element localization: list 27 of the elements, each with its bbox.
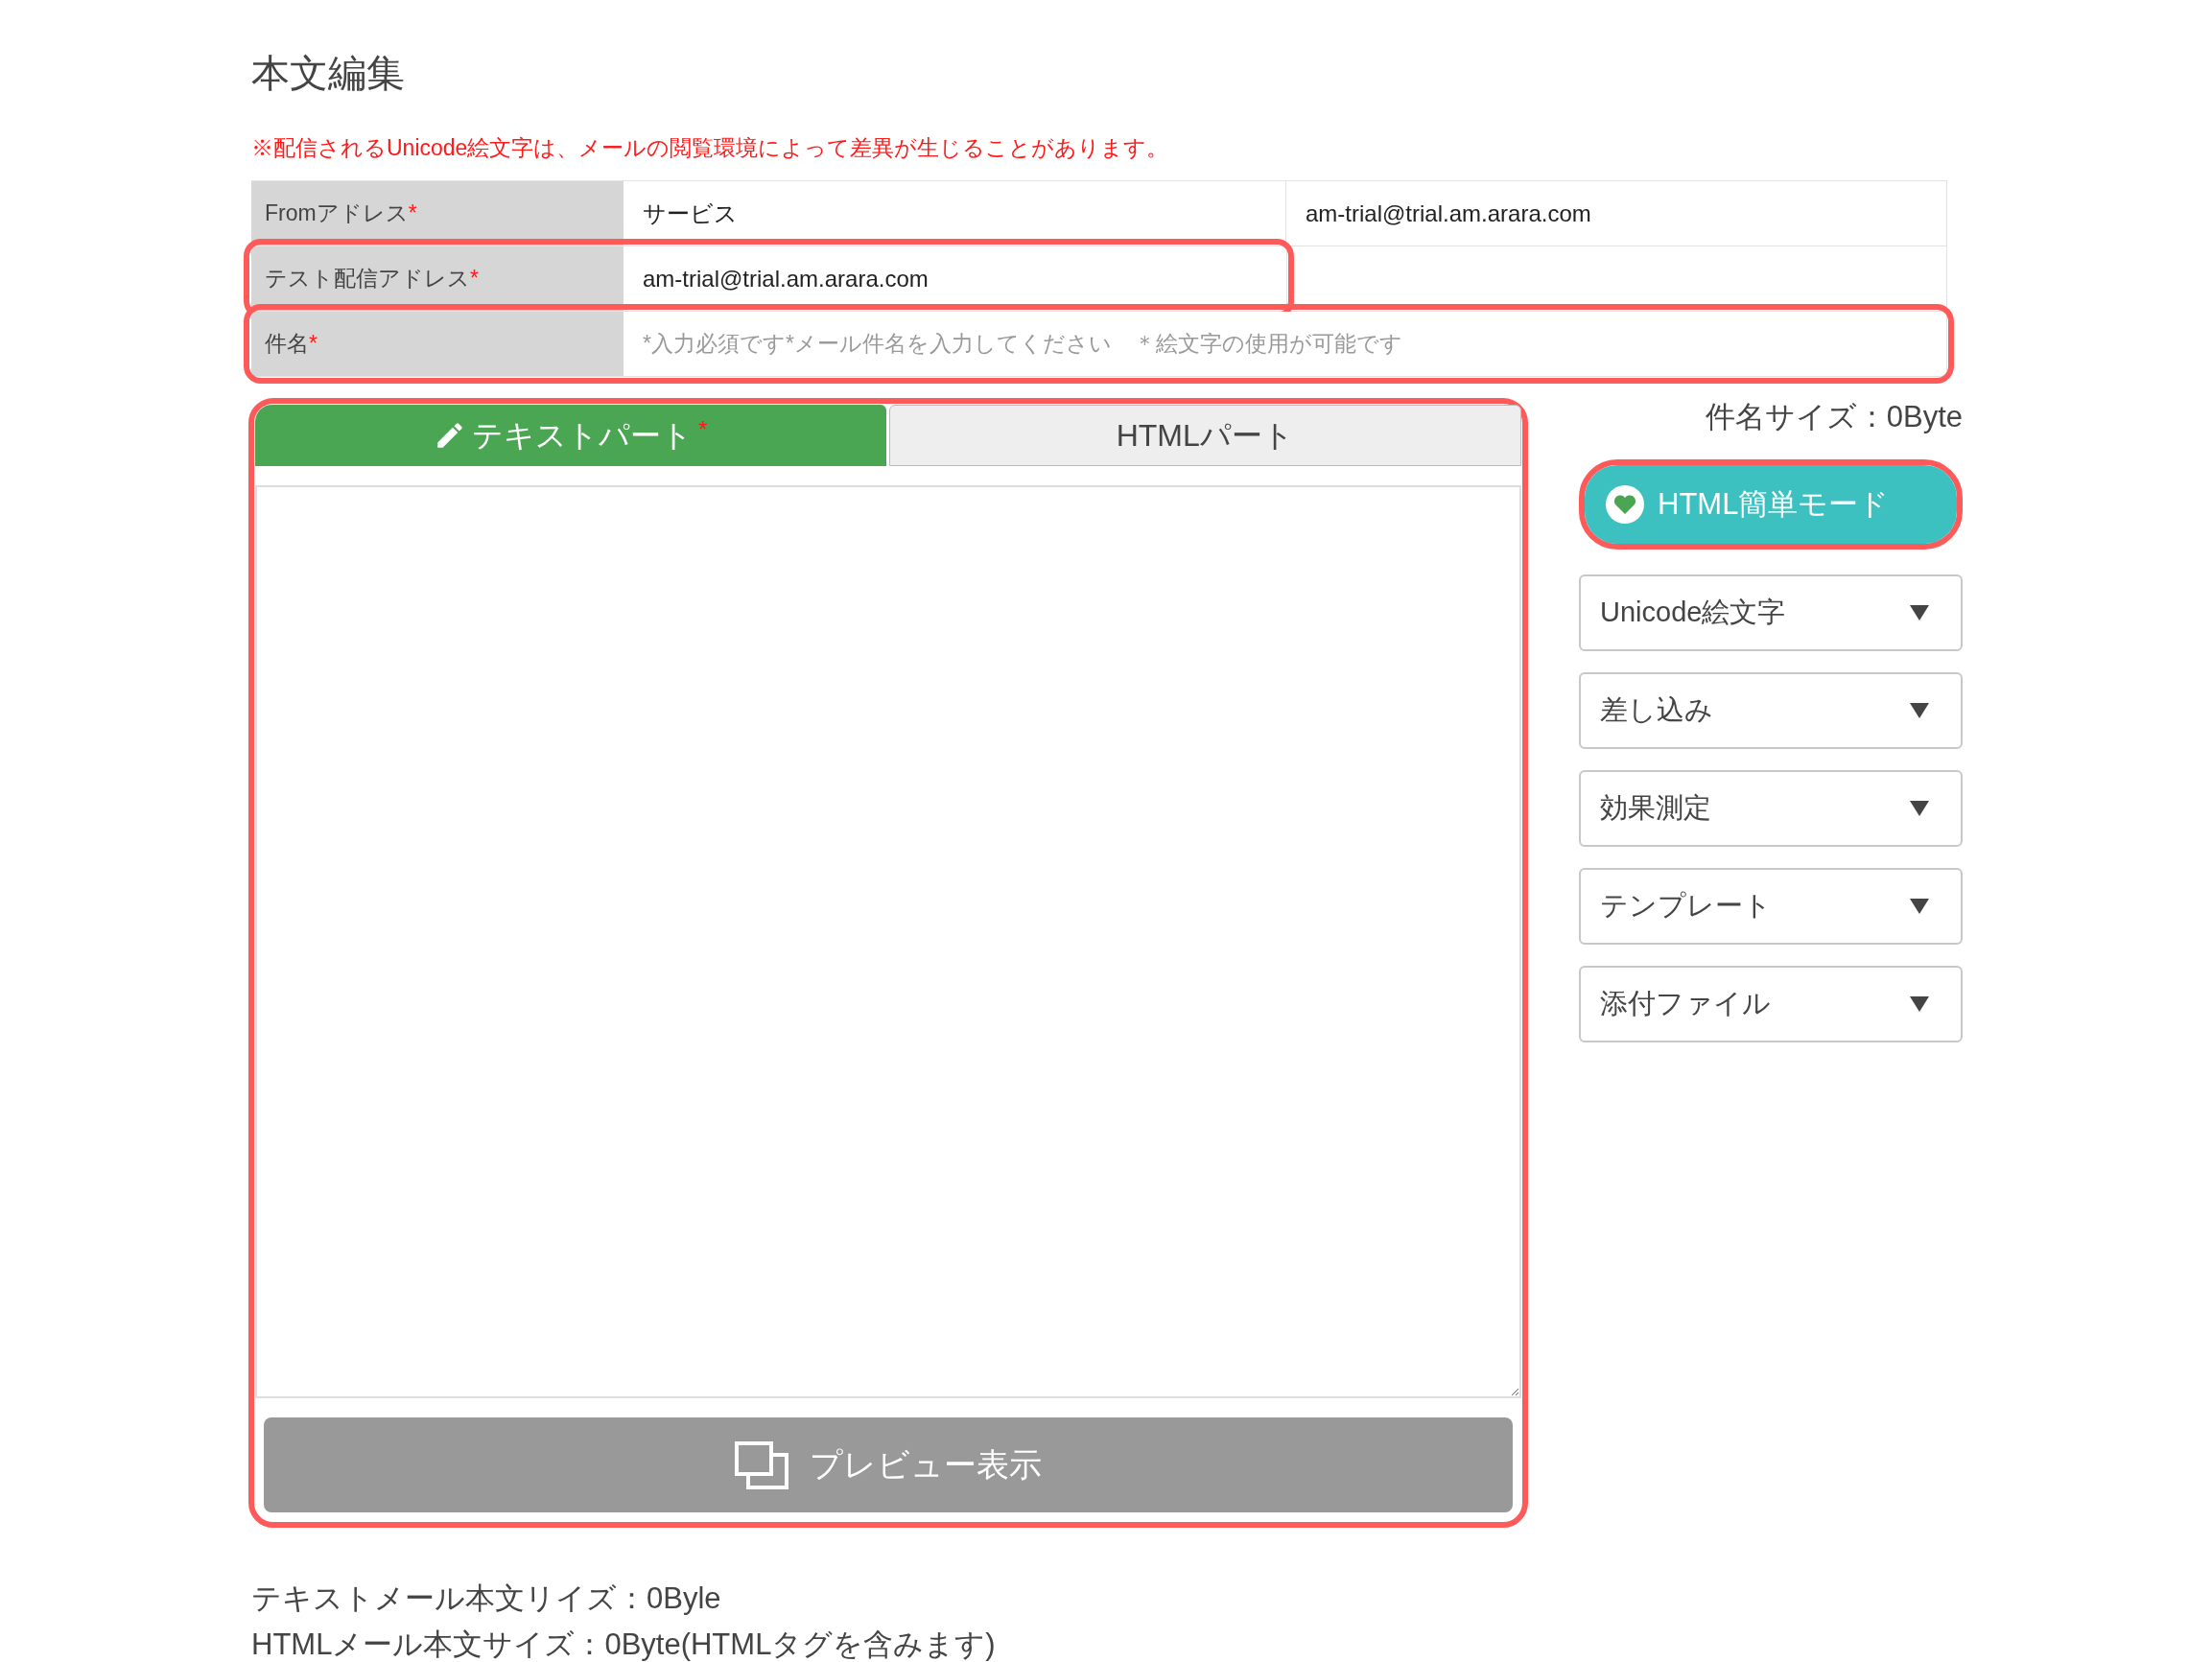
caret-icon	[1909, 899, 1930, 914]
dropdown-button[interactable]: Unicode絵文字	[1579, 574, 1963, 651]
subject-size-text: 件名サイズ：0Byte	[1705, 399, 1963, 435]
body-size-text: テキストメール本文リイズ：0Byle	[251, 1580, 721, 1617]
dropdown-button[interactable]: テンプレート	[1579, 868, 1963, 945]
required-mark: *	[470, 265, 479, 293]
dropdown-button[interactable]: 添付ファイル	[1579, 966, 1963, 1042]
sender-name: サービス	[624, 181, 1286, 246]
required-mark: *	[698, 415, 708, 444]
body-size-text: HTMLメール本文サイズ：0Byte(HTMLタグを含みます)	[251, 1627, 996, 1662]
body-text-area[interactable]	[255, 485, 1521, 1398]
caret-icon	[1909, 801, 1930, 816]
required-mark: *	[408, 199, 417, 228]
dropdown-button[interactable]: 差し込み	[1579, 672, 1963, 749]
caret-icon	[1909, 996, 1930, 1012]
dropdown-button[interactable]: 効果測定	[1579, 770, 1963, 847]
field-label-text: テスト配信アドレス	[265, 265, 470, 293]
tab[interactable]: HTMLパート	[888, 405, 1521, 466]
caret-icon	[1909, 605, 1930, 620]
required-mark: *	[309, 330, 318, 359]
caret-icon	[1909, 703, 1930, 718]
sender-address: am-trial@trial.am.arara.com	[1305, 199, 1592, 228]
field-label-text: Fromアドレス	[265, 199, 409, 228]
field-label-text: 件名	[265, 330, 309, 359]
page-heading: 本文編集	[251, 51, 406, 96]
preview-icon	[735, 1440, 788, 1489]
notice-text: ※配信されるUnicode絵文字は、メールの閲覧環境によって差異が生じることがあります。	[251, 134, 1170, 162]
